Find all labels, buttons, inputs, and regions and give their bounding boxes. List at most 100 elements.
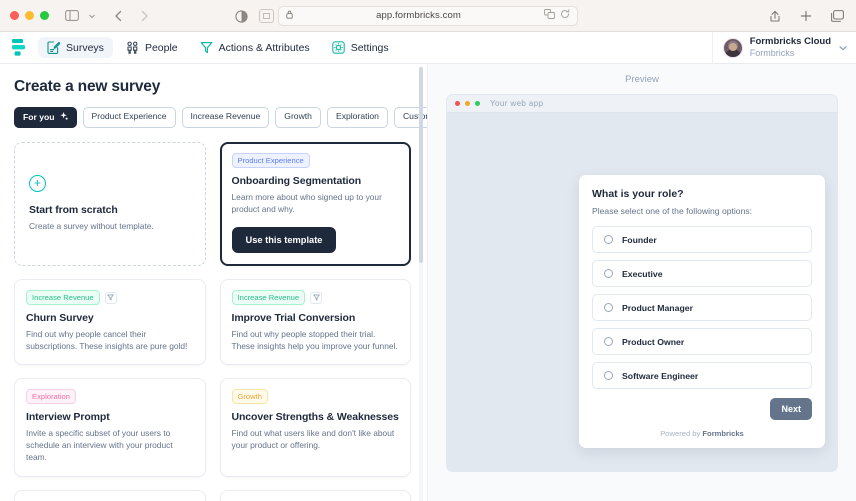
template-card-interview-prompt[interactable]: Exploration Interview Prompt Invite a sp… [14,378,206,477]
browser-chrome: app.formbricks.com [0,0,856,32]
filter-chip-growth[interactable]: Growth [275,107,321,129]
survey-option-software-engineer[interactable]: Software Engineer [592,362,812,389]
nav-item-label: Actions & Attributes [218,41,310,54]
minimize-window-button[interactable] [25,11,34,20]
account-text: Formbricks Cloud Formbricks [749,36,831,59]
template-browser-pane: Create a new survey For you Product Expe… [0,64,428,501]
sidebar-toggle-group[interactable] [63,5,101,27]
template-card-improve-trial-conversion[interactable]: Increase Revenue Improve Trial Conversio… [219,279,411,366]
card-badges: Product Experience [231,153,400,169]
formbricks-logo[interactable] [10,38,28,58]
back-arrow-icon[interactable] [109,5,127,27]
filter-chip-product-experience[interactable]: Product Experience [82,107,176,129]
radio-icon[interactable] [604,303,613,312]
reader-view-icon[interactable] [259,9,274,23]
preview-window-title: Your web app [490,99,544,108]
preview-window-titlebar: Your web app [447,95,837,113]
window-traffic-lights [10,11,49,20]
option-label: Product Owner [622,336,685,347]
survey-question: What is your role? [592,188,684,200]
option-label: Founder [622,234,657,245]
preview-maximize-dot [475,101,480,106]
account-org: Formbricks [749,48,795,59]
nav-item-label: Settings [350,41,389,54]
plus-circle-icon: + [29,174,46,192]
filter-funnel-icon [104,291,117,304]
app-navbar: Surveys People Actions & Attributes Sett… [0,32,856,64]
reload-icon[interactable] [560,9,570,22]
start-from-scratch-card[interactable]: + Start from scratch Create a survey wit… [14,142,206,267]
use-this-template-button[interactable]: Use this template [231,227,337,254]
browser-nav-arrows [109,5,153,27]
translate-icon[interactable] [544,9,555,22]
sidebar-toggle-icon[interactable] [63,5,81,27]
survey-option-product-owner[interactable]: Product Owner [592,328,812,355]
radio-icon[interactable] [604,337,613,346]
radio-icon[interactable] [604,269,613,278]
new-tab-icon[interactable] [797,5,815,27]
close-window-button[interactable] [10,11,19,20]
option-label: Executive [622,268,663,279]
address-bar-actions [544,9,570,22]
survey-option-product-manager[interactable]: Product Manager [592,294,812,321]
nav-item-people[interactable]: People [117,37,187,58]
next-button[interactable]: Next [770,398,812,420]
category-badge: Product Experience [231,153,310,169]
nav-item-actions-attributes[interactable]: Actions & Attributes [191,37,319,58]
filter-chip-increase-revenue[interactable]: Increase Revenue [181,107,270,129]
category-badge: Increase Revenue [231,290,306,306]
template-card-changing-subscription-experience[interactable]: Increase Revenue Changing subscription e… [14,489,206,501]
lock-icon [286,10,293,22]
category-badge: Exploration [26,389,76,404]
powered-by-footer: Powered by Formbricks [592,429,812,438]
survey-option-executive[interactable]: Executive [592,260,812,287]
forward-arrow-icon[interactable] [135,5,153,27]
page-title: Create a new survey [14,78,161,95]
preview-browser-frame: Your web app What is your role? Please s… [446,94,838,472]
nav-item-label: Surveys [66,41,104,54]
maximize-window-button[interactable] [40,11,49,20]
chrome-right-tools [766,0,846,32]
address-bar[interactable]: app.formbricks.com [278,5,578,26]
template-card-identify-customer-goals[interactable]: Product Experience Identify Customer Goa… [219,489,411,501]
sidebar-chevron-down-icon[interactable] [83,5,101,27]
option-label: Software Engineer [622,370,699,381]
radio-icon[interactable] [604,235,613,244]
card-description: Create a survey without template. [29,220,154,231]
tab-overview-icon[interactable] [828,5,846,27]
filter-chip-for-you[interactable]: For you [14,107,77,129]
account-menu[interactable]: Formbricks Cloud Formbricks [711,32,848,64]
template-card-onboarding-segmentation[interactable]: Product Experience Onboarding Segmentati… [219,142,411,267]
card-badges: Exploration [26,389,194,404]
filter-chip-label: For you [23,112,55,122]
card-title: Churn Survey [26,312,94,325]
chevron-down-icon[interactable] [838,43,848,53]
card-title: Onboarding Segmentation [231,175,362,188]
card-title: Interview Prompt [26,410,110,423]
nav-item-settings[interactable]: Settings [323,37,398,58]
template-card-uncover-strengths-weaknesses[interactable]: Growth Uncover Strengths & Weaknesses Fi… [219,378,411,477]
card-badges: Increase Revenue [26,290,194,306]
gear-icon [331,41,345,54]
contrast-icon[interactable] [232,5,250,27]
main-content: Create a new survey For you Product Expe… [0,64,856,501]
card-badges: Increase Revenue [231,290,400,306]
scrollbar-thumb[interactable] [419,67,423,263]
filter-chip-exploration[interactable]: Exploration [326,107,388,129]
template-card-churn-survey[interactable]: Increase Revenue Churn Survey Find out w… [14,279,206,366]
category-badge: Increase Revenue [26,290,100,306]
filter-funnel-icon [200,41,213,54]
preview-minimize-dot [465,101,470,106]
address-bar-wrapper: app.formbricks.com [278,5,578,26]
preview-viewport: What is your role? Please select one of … [447,113,837,471]
radio-icon[interactable] [604,371,613,380]
filter-funnel-icon [310,291,323,304]
people-icon [126,41,139,54]
share-icon[interactable] [766,5,784,27]
survey-option-founder[interactable]: Founder [592,226,812,253]
category-filter-bar: For you Product Experience Increase Reve… [14,107,427,129]
nav-item-surveys[interactable]: Surveys [38,37,113,58]
preview-pane: Preview Your web app What is your role? … [428,64,856,501]
primary-nav: Surveys People Actions & Attributes Sett… [38,37,398,58]
sparkle-icon [59,112,68,123]
